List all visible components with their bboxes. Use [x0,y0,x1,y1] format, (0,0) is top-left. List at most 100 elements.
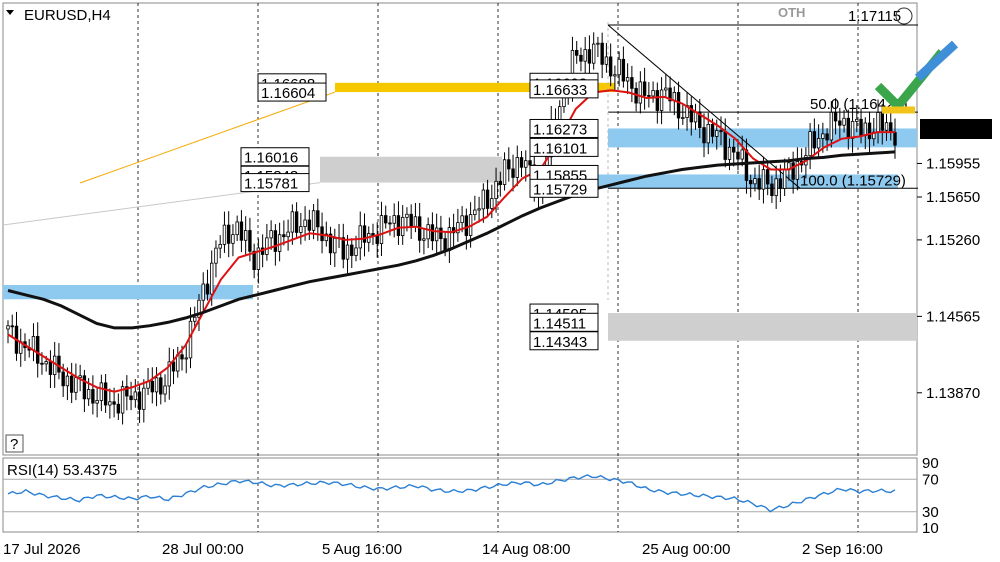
candle-body [842,117,846,126]
candle-body [770,183,774,196]
price-chart[interactable]: 50.0 (1.16422)100.0 (1.15729) 1.166881.1… [0,0,1000,562]
candle-body [443,238,447,251]
candle-body [715,130,719,137]
candle-body [833,111,838,122]
fib-100-label: 100.0 (1.15729) [800,172,906,189]
x-axis-ticks: 17 Jul 2026 28 Jul 00:00 5 Aug 16:00 14 Aug… [3,541,883,558]
y-tick-label: 1.15650 [926,189,980,206]
candle-body [108,401,112,406]
candle-body [44,361,48,365]
candle-body [273,230,278,252]
candle-body [732,146,736,153]
candle-body [880,112,884,131]
candle-body [133,391,138,401]
candle-body [681,117,685,120]
trend-line-down [607,24,801,189]
rsi-tick-label: 70 [922,471,939,488]
candle-body [774,178,778,196]
candle-body [303,219,307,227]
help-glyph: ? [10,436,18,453]
candle-body [608,56,613,77]
one-click-trading-panel[interactable]: OTH [778,5,805,20]
candle-body [876,112,880,133]
y-tick-label: 1.14565 [926,308,980,325]
zone-label-blue_upper: 1.16101 [533,140,587,157]
candle-body [396,215,401,236]
candle-body [812,131,817,149]
candle-body [354,247,358,256]
candle-body [57,355,61,373]
candle-body [507,159,511,170]
candle-body [180,354,184,360]
candle-body [710,124,715,137]
candle-body [218,243,222,249]
candle-body [265,237,269,255]
candle-body [112,401,116,405]
candle-body [214,247,218,264]
candle-body [129,395,133,401]
candle-body [651,90,655,97]
candle-body [613,74,617,77]
candle-body [782,169,787,189]
candle-body [791,162,795,180]
candle-body [6,325,10,330]
rsi-pane-frame [2,457,918,533]
candle-body [850,121,855,139]
candle-body [765,169,770,185]
candle-body [350,244,354,256]
candle-body [893,132,897,146]
candle-body [154,377,159,393]
candle-body [498,180,503,185]
x-tick-label: 14 Aug 08:00 [482,541,570,558]
candle-body [524,160,528,168]
candle-body [231,234,235,244]
candle-body [243,230,248,241]
y-tick-label: 1.15260 [926,232,980,249]
candle-body [184,357,188,360]
candle-body [515,157,519,178]
x-tick-label: 17 Jul 2026 [3,541,81,558]
candle-body [723,131,727,160]
zone-gray-mid [320,156,502,183]
candle-body [384,215,388,224]
zone-label-yellow_right: 1.16633 [533,82,587,99]
candle-body [294,211,299,233]
candle-body [95,400,99,404]
zone-label-gray_mid: 1.15781 [244,176,298,193]
candle-body [345,244,350,260]
candle-body [604,56,609,65]
candle-body [494,180,498,199]
candle-body [388,222,392,225]
candle-body [36,336,40,364]
zone-label-gray_mid: 1.16016 [244,150,298,167]
candle-body [481,189,486,210]
candle-body [579,54,583,62]
candle-body [884,122,889,131]
candle-body [808,131,812,157]
candle-body [422,238,426,241]
zone-gray-low [608,313,917,341]
zone-label-blue_lower: 1.15729 [533,181,587,198]
candle-body [727,146,732,160]
candle-body [269,230,273,239]
candle-body [757,178,761,190]
collapse-arrow-icon[interactable] [6,10,14,15]
candle-body [761,169,766,190]
zones-layer [3,82,917,341]
candle-body [778,178,783,189]
candle-body [171,361,176,372]
candle-body [706,124,710,144]
candle-body [392,215,396,224]
candle-body [749,180,753,185]
candle-body [502,159,507,185]
candle-body [235,221,239,236]
candle-body [137,391,142,410]
candle-body [859,118,863,137]
rsi-tick-label: 90 [922,455,939,472]
candle-body [719,130,723,133]
candle-body [519,157,524,168]
candle-body [116,403,121,414]
candle-body [511,168,515,178]
x-tick-label: 28 Jul 00:00 [162,541,244,558]
zone-label-gray_low: 1.14511 [533,315,586,332]
